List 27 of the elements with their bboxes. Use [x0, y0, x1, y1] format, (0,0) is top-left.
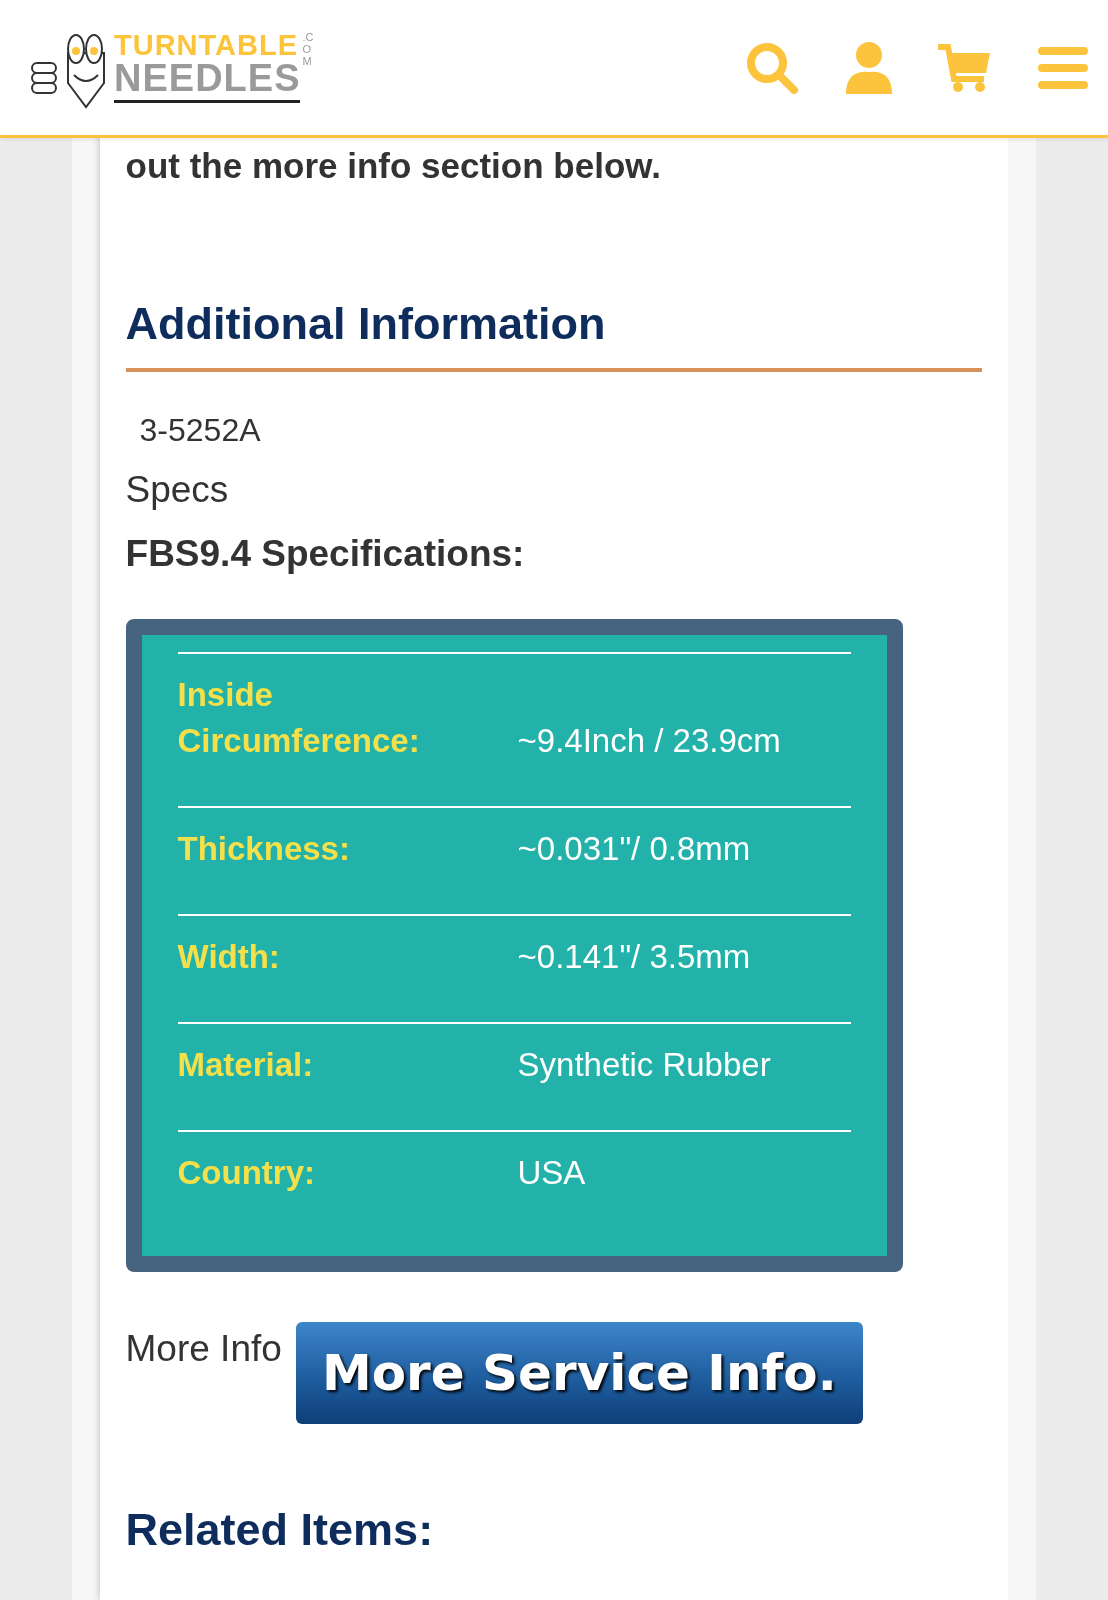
spec-value: Synthetic Rubber	[517, 1045, 771, 1085]
cart-button[interactable]	[938, 42, 992, 93]
cart-icon	[938, 42, 992, 93]
logo-suffix: .COM	[302, 30, 314, 67]
more-info-label: More Info	[125, 1328, 282, 1370]
account-button[interactable]	[846, 41, 892, 94]
related-heading: Related Items:	[125, 1504, 435, 1556]
spec-value: ~0.031"/ 0.8mm	[517, 829, 751, 869]
logo-text: TURNTABLE	[114, 32, 300, 60]
spec-label: Thickness:	[177, 829, 351, 869]
more-service-info-button[interactable]: More Service Info.	[295, 1322, 863, 1424]
specs-label: Specs	[125, 469, 230, 511]
specs-title: FBS9.4 Specifications:	[125, 533, 526, 575]
intro-text: out the more info section below.	[125, 145, 662, 186]
spec-label: Width:	[177, 937, 281, 977]
menu-button[interactable]	[1038, 46, 1088, 89]
user-icon	[846, 41, 892, 94]
spec-value: ~9.4Inch / 23.9cm	[517, 721, 781, 761]
logo-text: NEEDLES	[114, 59, 301, 103]
menu-icon	[1038, 46, 1088, 89]
spec-label: Material:	[177, 1045, 315, 1085]
spec-value: USA	[517, 1153, 586, 1193]
product-sku: 3-5252A	[139, 412, 262, 449]
spec-label: Inside Circumference:	[177, 675, 421, 761]
spec-value: ~0.141"/ 3.5mm	[517, 937, 751, 977]
spec-label: Country:	[177, 1153, 316, 1193]
section-heading: Additional Information	[125, 298, 983, 372]
